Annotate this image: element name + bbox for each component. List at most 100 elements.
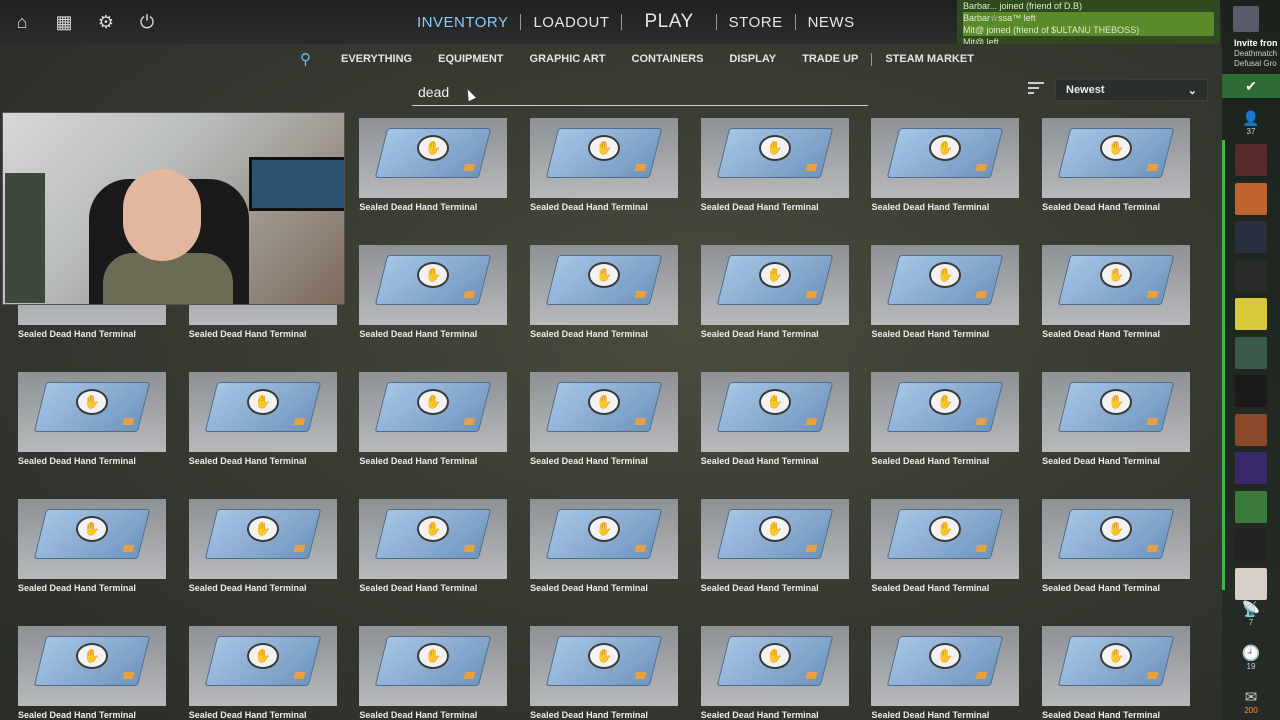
inventory-item-card[interactable]: ✋ Sealed Dead Hand Terminal	[530, 626, 679, 720]
tv-icon[interactable]: ▦	[52, 10, 76, 34]
history-button[interactable]: 🕘 19	[1234, 644, 1268, 671]
sort-dropdown[interactable]: Newest ⌄	[1055, 79, 1208, 101]
friends-online-count[interactable]: 👤 37	[1234, 110, 1268, 136]
tab-everything[interactable]: EVERYTHING	[328, 53, 425, 65]
item-name: Sealed Dead Hand Terminal	[188, 710, 307, 720]
inventory-item-card[interactable]: ✋ Sealed Dead Hand Terminal	[188, 626, 337, 720]
friend-avatar[interactable]	[1235, 144, 1267, 176]
tab-steam-market[interactable]: STEAM MARKET	[872, 53, 987, 65]
broadcast-button[interactable]: 📡 7	[1234, 600, 1268, 627]
nav-news[interactable]: NEWS	[796, 14, 867, 31]
hand-emblem-icon: ✋	[758, 389, 791, 415]
search-input[interactable]	[412, 78, 868, 105]
inventory-item-card[interactable]: ✋ Sealed Dead Hand Terminal	[530, 245, 679, 343]
friend-avatar[interactable]	[1235, 298, 1267, 330]
mail-button[interactable]: ✉ 200	[1234, 688, 1268, 715]
power-icon[interactable]: ⏻	[135, 10, 159, 34]
tab-display[interactable]: DISPLAY	[716, 53, 789, 65]
inventory-item-card[interactable]: ✋ Sealed Dead Hand Terminal	[871, 626, 1020, 720]
item-thumbnail: ✋	[359, 118, 508, 198]
inventory-item-card[interactable]: ✋ Sealed Dead Hand Terminal	[1042, 626, 1191, 720]
chat-line: Mit@ joined (friend of $ULTANU THEBOSS)	[963, 24, 1214, 36]
lobby-chat-feed: Barbar... joined (friend of D.B) Barbar☆…	[957, 0, 1220, 44]
inventory-item-card[interactable]: ✋ Sealed Dead Hand Terminal	[871, 499, 1020, 597]
inventory-item-card[interactable]: ✋ Sealed Dead Hand Terminal	[700, 245, 849, 343]
nav-loadout[interactable]: LOADOUT	[521, 14, 621, 31]
inventory-item-card[interactable]: ✋ Sealed Dead Hand Terminal	[188, 499, 337, 597]
item-thumbnail: ✋	[871, 626, 1020, 706]
nav-inventory[interactable]: INVENTORY	[405, 14, 520, 31]
inventory-item-card[interactable]: ✋ Sealed Dead Hand Terminal	[359, 118, 508, 216]
inventory-item-card[interactable]: ✋ Sealed Dead Hand Terminal	[1042, 372, 1191, 470]
inventory-item-card[interactable]: ✋ Sealed Dead Hand Terminal	[700, 118, 849, 216]
hand-emblem-icon: ✋	[758, 262, 791, 288]
chevron-down-icon: ⌄	[1187, 84, 1197, 97]
nav-play[interactable]: PLAY	[622, 11, 715, 33]
inventory-item-card[interactable]: ✋ Sealed Dead Hand Terminal	[18, 499, 166, 597]
friend-avatar[interactable]	[1235, 490, 1267, 523]
inventory-item-card[interactable]: ✋ Sealed Dead Hand Terminal	[530, 118, 679, 216]
chat-line: Barbar... joined (friend of D.B)	[963, 1, 1083, 11]
inventory-item-card[interactable]: ✋ Sealed Dead Hand Terminal	[700, 499, 849, 597]
inventory-item-card[interactable]: ✋ Sealed Dead Hand Terminal	[871, 245, 1020, 343]
inventory-item-card[interactable]: ✋ Sealed Dead Hand Terminal	[1042, 245, 1191, 343]
invite-notice[interactable]: Invite fron Deathmatch Defusal Gro	[1234, 38, 1278, 69]
inventory-item-card[interactable]: ✋ Sealed Dead Hand Terminal	[359, 372, 508, 470]
inventory-item-card[interactable]: ✋ Sealed Dead Hand Terminal	[1042, 118, 1191, 216]
friend-avatar[interactable]	[1235, 567, 1267, 600]
friend-avatar[interactable]	[1235, 182, 1267, 215]
item-name: Sealed Dead Hand Terminal	[700, 710, 819, 720]
inventory-item-card[interactable]: ✋ Sealed Dead Hand Terminal	[359, 245, 508, 343]
inventory-item-card[interactable]: ✋ Sealed Dead Hand Terminal	[188, 372, 337, 470]
nav-store[interactable]: STORE	[717, 14, 795, 31]
friend-avatar[interactable]	[1235, 259, 1267, 292]
home-icon[interactable]: ⌂	[10, 10, 34, 34]
friend-avatar[interactable]	[1235, 413, 1267, 446]
inventory-item-card[interactable]: ✋ Sealed Dead Hand Terminal	[871, 118, 1020, 216]
inventory-item-card[interactable]: ✋ Sealed Dead Hand Terminal	[359, 626, 508, 720]
avatar[interactable]	[1233, 6, 1259, 32]
webcam-background-tree	[5, 173, 45, 303]
item-thumbnail: ✋	[359, 626, 508, 706]
mail-icon: ✉	[1244, 689, 1258, 706]
item-thumbnail: ✋	[871, 118, 1020, 198]
item-name: Sealed Dead Hand Terminal	[1042, 583, 1160, 593]
hand-emblem-icon: ✋	[588, 516, 621, 542]
friend-avatar[interactable]	[1235, 529, 1267, 561]
inventory-item-card[interactable]: ✋ Sealed Dead Hand Terminal	[18, 626, 166, 720]
inventory-item-card[interactable]: ✋ Sealed Dead Hand Terminal	[1042, 499, 1191, 597]
item-name: Sealed Dead Hand Terminal	[18, 329, 136, 339]
search-icon[interactable]: ⚲	[300, 50, 328, 68]
item-name: Sealed Dead Hand Terminal	[1042, 710, 1160, 720]
item-thumbnail: ✋	[530, 245, 679, 325]
inventory-item-card[interactable]: ✋ Sealed Dead Hand Terminal	[359, 499, 508, 597]
gear-icon[interactable]: ⚙	[94, 10, 118, 34]
invite-title: Invite fron	[1234, 38, 1278, 48]
item-thumbnail: ✋	[871, 245, 1020, 325]
item-thumbnail: ✋	[700, 372, 849, 452]
webcam-background-tv	[249, 157, 344, 211]
item-thumbnail: ✋	[1042, 626, 1191, 706]
item-name: Sealed Dead Hand Terminal	[530, 202, 648, 212]
tab-equipment[interactable]: EQUIPMENT	[425, 53, 516, 65]
tab-graphic-art[interactable]: GRAPHIC ART	[517, 53, 619, 65]
sort-icon[interactable]	[1028, 82, 1044, 96]
friend-avatar[interactable]	[1235, 375, 1267, 407]
item-name: Sealed Dead Hand Terminal	[18, 456, 136, 466]
inventory-item-card[interactable]: ✋ Sealed Dead Hand Terminal	[530, 499, 679, 597]
inventory-item-card[interactable]: ✋ Sealed Dead Hand Terminal	[530, 372, 679, 470]
friend-avatar[interactable]	[1235, 452, 1267, 484]
item-thumbnail: ✋	[188, 372, 337, 452]
tab-containers[interactable]: CONTAINERS	[619, 53, 717, 65]
inventory-item-card[interactable]: ✋ Sealed Dead Hand Terminal	[871, 372, 1020, 470]
accept-invite-button[interactable]: ✔	[1222, 74, 1280, 98]
inventory-item-card[interactable]: ✋ Sealed Dead Hand Terminal	[700, 626, 849, 720]
tab-trade-up[interactable]: TRADE UP	[789, 53, 871, 65]
friend-avatar[interactable]	[1235, 336, 1267, 369]
item-name: Sealed Dead Hand Terminal	[530, 583, 648, 593]
item-name: Sealed Dead Hand Terminal	[700, 202, 819, 212]
friend-avatar[interactable]	[1235, 221, 1267, 253]
inventory-item-card[interactable]: ✋ Sealed Dead Hand Terminal	[700, 372, 849, 470]
inventory-item-card[interactable]: ✋ Sealed Dead Hand Terminal	[18, 372, 166, 470]
item-thumbnail: ✋	[359, 372, 508, 452]
